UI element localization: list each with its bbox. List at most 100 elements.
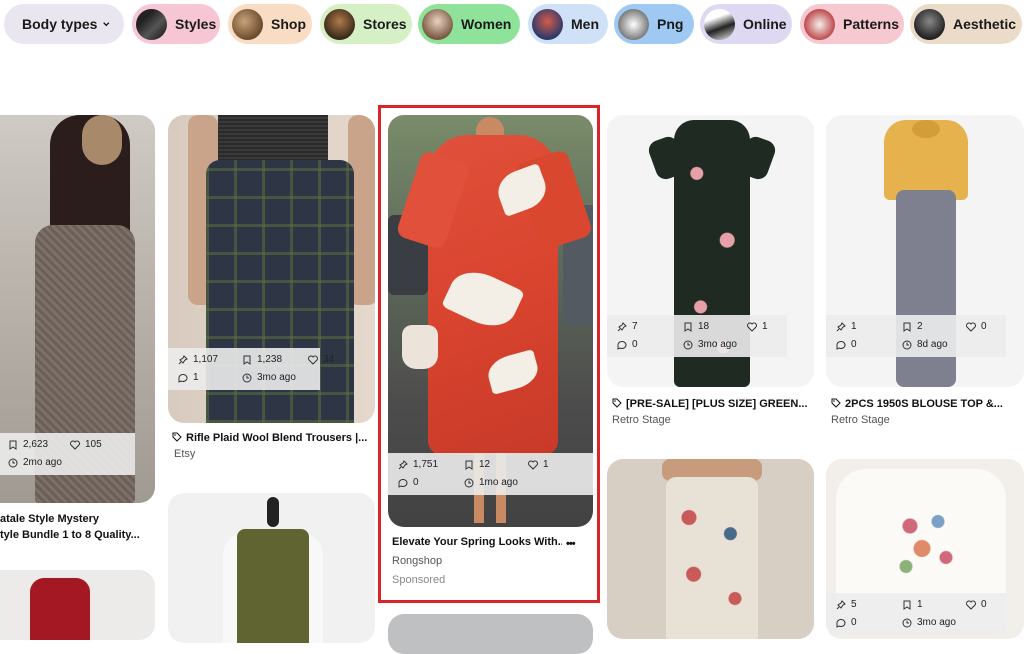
comments-stat: 0 xyxy=(836,617,857,628)
pin-card-red-jacket[interactable] xyxy=(0,570,155,640)
pin-stats: 7 18 1 0 3mo ago xyxy=(607,315,787,357)
likes-stat: 34 xyxy=(308,354,334,365)
pin-stats: 2,623 105 2mo ago xyxy=(0,433,135,475)
pin-card-green-vest[interactable] xyxy=(168,493,375,643)
comment-icon xyxy=(836,618,846,628)
pin-stats: 1,107 1,238 34 1 3mo ago xyxy=(168,348,334,390)
saves-count: 1 xyxy=(917,599,923,610)
comments-stat: 0 xyxy=(617,339,638,350)
time-stat: 3mo ago xyxy=(902,617,956,628)
tag-icon xyxy=(172,432,182,442)
pin-card-blouse-overalls[interactable]: 1 2 0 0 8d ago xyxy=(826,115,1024,387)
likes-count: 0 xyxy=(981,321,987,332)
pins-count: 7 xyxy=(632,321,638,332)
chip-women[interactable]: Women xyxy=(418,4,520,44)
comment-icon xyxy=(836,340,846,350)
pushpin-icon xyxy=(836,599,846,609)
pin-card-plaid-trousers[interactable]: 1,107 1,238 34 1 3mo ago xyxy=(168,115,375,423)
chip-label: Styles xyxy=(175,16,217,32)
likes-stat: 0 xyxy=(966,599,987,610)
chip-label: Body types xyxy=(22,16,98,32)
pins-stat: 7 xyxy=(617,321,638,332)
pin-source[interactable]: Retro Stage xyxy=(831,414,890,426)
likes-count: 34 xyxy=(323,354,335,365)
highlight-box xyxy=(378,105,600,603)
clock-icon xyxy=(902,618,912,627)
pin-card-skirt[interactable]: 2,623 105 2mo ago xyxy=(0,115,155,503)
comments-stat: 0 xyxy=(836,339,857,350)
chip-label: Online xyxy=(743,16,787,32)
likes-count: 105 xyxy=(85,439,102,450)
likes-stat: 105 xyxy=(70,439,102,450)
time-stat: 8d ago xyxy=(902,339,948,350)
heart-icon xyxy=(308,355,318,365)
chip-shop[interactable]: Shop xyxy=(228,4,312,44)
pin-stats: 5 1 0 0 3mo ago xyxy=(826,593,1006,635)
likes-count: 1 xyxy=(762,321,768,332)
chip-stores[interactable]: Stores xyxy=(320,4,412,44)
chip-label: Png xyxy=(657,16,684,32)
chip-png[interactable]: Png xyxy=(614,4,694,44)
bookmark-icon xyxy=(684,322,692,332)
pins-stat: 1 xyxy=(836,321,857,332)
heart-icon xyxy=(747,322,757,332)
saves-stat: 18 xyxy=(683,321,709,332)
bookmark-icon xyxy=(243,355,251,365)
pin-image xyxy=(223,493,323,643)
saves-count: 2 xyxy=(917,321,923,332)
chevron-down-icon xyxy=(103,22,110,27)
post-time: 3mo ago xyxy=(698,339,737,350)
clock-icon xyxy=(8,458,18,467)
pin-title-text: [PRE-SALE] [PLUS SIZE] GREEN... xyxy=(626,398,808,410)
chip-label: Aesthetic xyxy=(953,16,1017,32)
pin-title[interactable]: atale Style Mystery xyxy=(0,513,150,525)
chip-online[interactable]: Online xyxy=(700,4,792,44)
likes-stat: 0 xyxy=(966,321,987,332)
pin-card-floral-jeans[interactable] xyxy=(607,459,814,639)
pin-card-green-jumpsuit[interactable]: 7 18 1 0 3mo ago xyxy=(607,115,814,387)
comments-stat: 1 xyxy=(178,372,199,383)
comments-count: 0 xyxy=(851,617,857,628)
pin-source[interactable]: Etsy xyxy=(174,448,195,460)
pin-source[interactable]: Retro Stage xyxy=(612,414,671,426)
post-time: 2mo ago xyxy=(23,457,62,468)
comments-count: 0 xyxy=(851,339,857,350)
chip-thumbnail xyxy=(704,8,735,40)
saves-stat: 1 xyxy=(902,599,923,610)
heart-icon xyxy=(966,322,976,332)
comments-count: 1 xyxy=(193,372,199,383)
pin-card-embroidered-shirt[interactable]: 5 1 0 0 3mo ago xyxy=(826,459,1024,639)
chip-thumbnail xyxy=(618,8,649,40)
pin-title[interactable]: [PRE-SALE] [PLUS SIZE] GREEN... xyxy=(612,398,812,410)
chip-thumbnail xyxy=(914,8,945,40)
pin-card-partial[interactable] xyxy=(388,614,593,654)
saves-stat: 1,238 xyxy=(242,354,282,365)
pushpin-icon xyxy=(617,321,627,331)
chip-thumbnail xyxy=(232,8,263,40)
chip-patterns[interactable]: Patterns xyxy=(800,4,904,44)
pin-title[interactable]: 2PCS 1950S BLOUSE TOP &... xyxy=(831,398,1021,410)
pins-count: 5 xyxy=(851,599,857,610)
saves-count: 2,623 xyxy=(23,439,49,450)
clock-icon xyxy=(902,340,912,349)
chip-thumbnail xyxy=(532,8,563,40)
chip-label: Patterns xyxy=(843,16,900,32)
saves-count: 18 xyxy=(698,321,710,332)
chip-thumbnail xyxy=(804,8,835,40)
pushpin-icon xyxy=(178,354,188,364)
chip-aesthetic[interactable]: Aesthetic xyxy=(910,4,1022,44)
chip-body-types[interactable]: Body types xyxy=(4,4,124,44)
time-stat: 3mo ago xyxy=(683,339,737,350)
chip-styles[interactable]: Styles xyxy=(132,4,220,44)
pin-title[interactable]: Rifle Plaid Wool Blend Trousers |... xyxy=(172,432,372,444)
pins-count: 1 xyxy=(851,321,857,332)
comments-count: 0 xyxy=(632,339,638,350)
pins-stat: 1,107 xyxy=(178,354,218,365)
saves-stat: 2,623 xyxy=(8,439,48,450)
pushpin-icon xyxy=(836,321,846,331)
pin-title-line2[interactable]: tyle Bundle 1 to 8 Quality... xyxy=(0,529,150,541)
chip-men[interactable]: Men xyxy=(528,4,608,44)
pin-image xyxy=(30,578,90,640)
likes-stat: 1 xyxy=(747,321,768,332)
post-time: 8d ago xyxy=(917,339,948,350)
